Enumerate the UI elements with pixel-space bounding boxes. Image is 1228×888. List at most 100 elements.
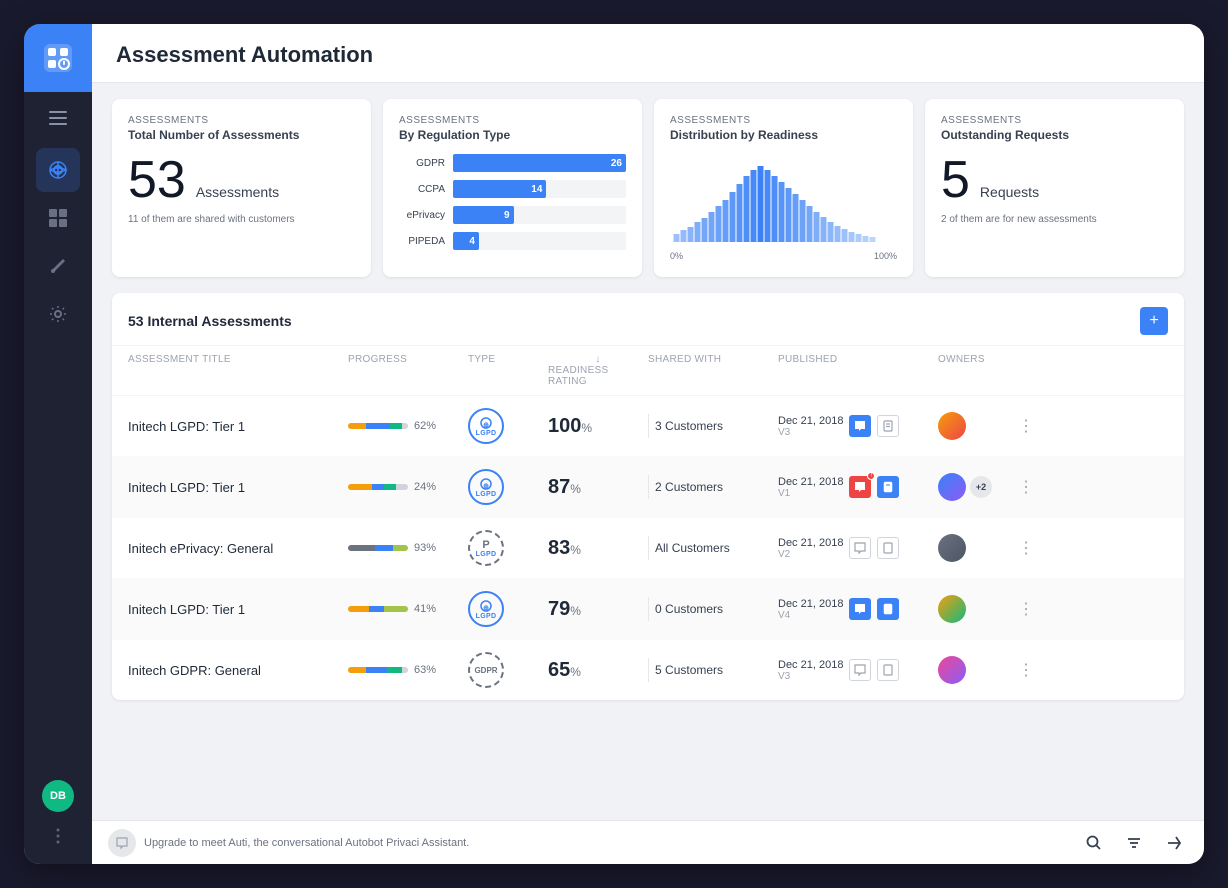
- bottom-bar: Upgrade to meet Auti, the conversational…: [92, 820, 1204, 864]
- row4-menu[interactable]: ⋮: [1018, 599, 1118, 619]
- row3-shared: All Customers: [648, 536, 778, 560]
- stat-card-regulation: Assessments By Regulation Type GDPR 26: [383, 99, 642, 277]
- card1-unit: Assessments: [196, 184, 279, 200]
- sidebar-item-grid[interactable]: [36, 196, 80, 240]
- bar-pipeda-track: 4: [453, 232, 626, 250]
- sidebar-item-tools[interactable]: [36, 244, 80, 288]
- col-progress: Progress: [348, 354, 468, 387]
- row2-doc-icon[interactable]: [877, 476, 899, 498]
- row4-chat-icon[interactable]: [849, 598, 871, 620]
- bar-pipeda-label: PIPEDA: [399, 236, 445, 247]
- row3-pct: 93%: [414, 542, 436, 554]
- stat-card-distribution: Assessments Distribution by Readiness: [654, 99, 913, 277]
- row1-owners: [938, 412, 1018, 440]
- card2-section-label: Assessments: [399, 115, 626, 126]
- user-avatar[interactable]: DB: [42, 780, 74, 812]
- row3-title: Initech ePrivacy: General: [128, 541, 348, 556]
- row2-owner-avatar: [938, 473, 966, 501]
- row2-progress: 24%: [348, 481, 468, 493]
- row2-chat-icon[interactable]: !: [849, 476, 871, 498]
- dist-axis-end: 100%: [874, 251, 897, 261]
- card4-sub: 2 of them are for new assessments: [941, 214, 1168, 225]
- row5-progress: 63%: [348, 664, 468, 676]
- row2-readiness: 87%: [548, 476, 648, 499]
- search-button[interactable]: [1080, 829, 1108, 857]
- bar-gdpr: GDPR 26: [399, 154, 626, 172]
- card2-title: By Regulation Type: [399, 128, 626, 142]
- stat-card-total: Assessments Total Number of Assessments …: [112, 99, 371, 277]
- card4-title: Outstanding Requests: [941, 128, 1168, 142]
- col-type: Type: [468, 354, 548, 387]
- share-button[interactable]: [1160, 829, 1188, 857]
- row3-menu[interactable]: ⋮: [1018, 538, 1118, 558]
- more-dots-icon[interactable]: [42, 820, 74, 852]
- menu-icon[interactable]: [24, 96, 92, 140]
- card1-title: Total Number of Assessments: [128, 128, 355, 142]
- sidebar-bottom: DB: [42, 780, 74, 864]
- table-row: Initech ePrivacy: General 93% P LGPD: [112, 518, 1184, 579]
- row5-owner-avatar: [938, 656, 966, 684]
- bar-ccpa: CCPA 14: [399, 180, 626, 198]
- sidebar-item-settings[interactable]: [36, 292, 80, 336]
- row2-menu[interactable]: ⋮: [1018, 477, 1118, 497]
- row1-readiness: 100%: [548, 415, 648, 438]
- row4-progress: 41%: [348, 603, 468, 615]
- chat-upgrade-text: Upgrade to meet Auti, the conversational…: [144, 837, 469, 849]
- row4-type-label: LGPD: [476, 613, 497, 620]
- svg-text:⊕: ⊕: [483, 605, 489, 612]
- filter-button[interactable]: [1120, 829, 1148, 857]
- card4-section-label: Assessments: [941, 115, 1168, 126]
- row2-shared: 2 Customers: [648, 475, 778, 499]
- distribution-chart: [670, 162, 897, 242]
- table-row: Initech LGPD: Tier 1 24% ⊕ L: [112, 457, 1184, 518]
- bar-ccpa-label: CCPA: [399, 184, 445, 195]
- row5-pct: 63%: [414, 664, 436, 676]
- table-column-headers: Assessment Title Progress Type ↓ Readine…: [112, 346, 1184, 396]
- table-title: 53 Internal Assessments: [128, 313, 292, 329]
- card3-title: Distribution by Readiness: [670, 128, 897, 142]
- row5-published: Dec 21, 2018 V3: [778, 659, 938, 682]
- row1-type-label: LGPD: [476, 430, 497, 437]
- bar-gdpr-track: 26: [453, 154, 626, 172]
- row3-progress: 93%: [348, 542, 468, 554]
- row5-doc-icon[interactable]: [877, 659, 899, 681]
- row3-chat-icon[interactable]: [849, 537, 871, 559]
- row5-owners: [938, 656, 1018, 684]
- bar-eprivacy-track: 9: [453, 206, 626, 224]
- row3-doc-icon[interactable]: [877, 537, 899, 559]
- row1-doc-icon[interactable]: [877, 415, 899, 437]
- add-assessment-button[interactable]: +: [1140, 307, 1168, 335]
- readiness-arrow-icon: ↓: [595, 354, 600, 365]
- row5-menu[interactable]: ⋮: [1018, 660, 1118, 680]
- bar-eprivacy: ePrivacy 9: [399, 206, 626, 224]
- row3-published: Dec 21, 2018 V2: [778, 537, 938, 560]
- row3-owner-avatar: [938, 534, 966, 562]
- row2-type-label: LGPD: [476, 491, 497, 498]
- row1-title: Initech LGPD: Tier 1: [128, 419, 348, 434]
- row5-chat-icon[interactable]: [849, 659, 871, 681]
- page-header: Assessment Automation: [92, 24, 1204, 83]
- row5-readiness: 65%: [548, 659, 648, 682]
- row2-title: Initech LGPD: Tier 1: [128, 480, 348, 495]
- sidebar-item-network[interactable]: [36, 148, 80, 192]
- col-shared-with: Shared With: [648, 354, 778, 387]
- table-row: Initech LGPD: Tier 1 41% ⊕ LGPD: [112, 579, 1184, 640]
- bar-pipeda: PIPEDA 4: [399, 232, 626, 250]
- content-area: Assessments Total Number of Assessments …: [92, 83, 1204, 820]
- row4-published: Dec 21, 2018 V4: [778, 598, 938, 621]
- assessments-table: 53 Internal Assessments + Assessment Tit…: [112, 293, 1184, 700]
- row5-shared: 5 Customers: [648, 658, 778, 682]
- bar-ccpa-value: 14: [531, 184, 542, 195]
- row4-owner-avatar: [938, 595, 966, 623]
- card4-unit: Requests: [980, 184, 1039, 200]
- row3-readiness: 83%: [548, 537, 648, 560]
- row2-pct: 24%: [414, 481, 436, 493]
- row2-owner-more: +2: [970, 476, 992, 498]
- row4-doc-icon[interactable]: [877, 598, 899, 620]
- row1-chat-icon[interactable]: [849, 415, 871, 437]
- row2-type: ⊕ LGPD: [468, 469, 548, 505]
- card1-number: 53: [128, 154, 186, 206]
- row1-menu[interactable]: ⋮: [1018, 416, 1118, 436]
- bar-eprivacy-fill: 9: [453, 206, 514, 224]
- stat-cards: Assessments Total Number of Assessments …: [112, 99, 1184, 277]
